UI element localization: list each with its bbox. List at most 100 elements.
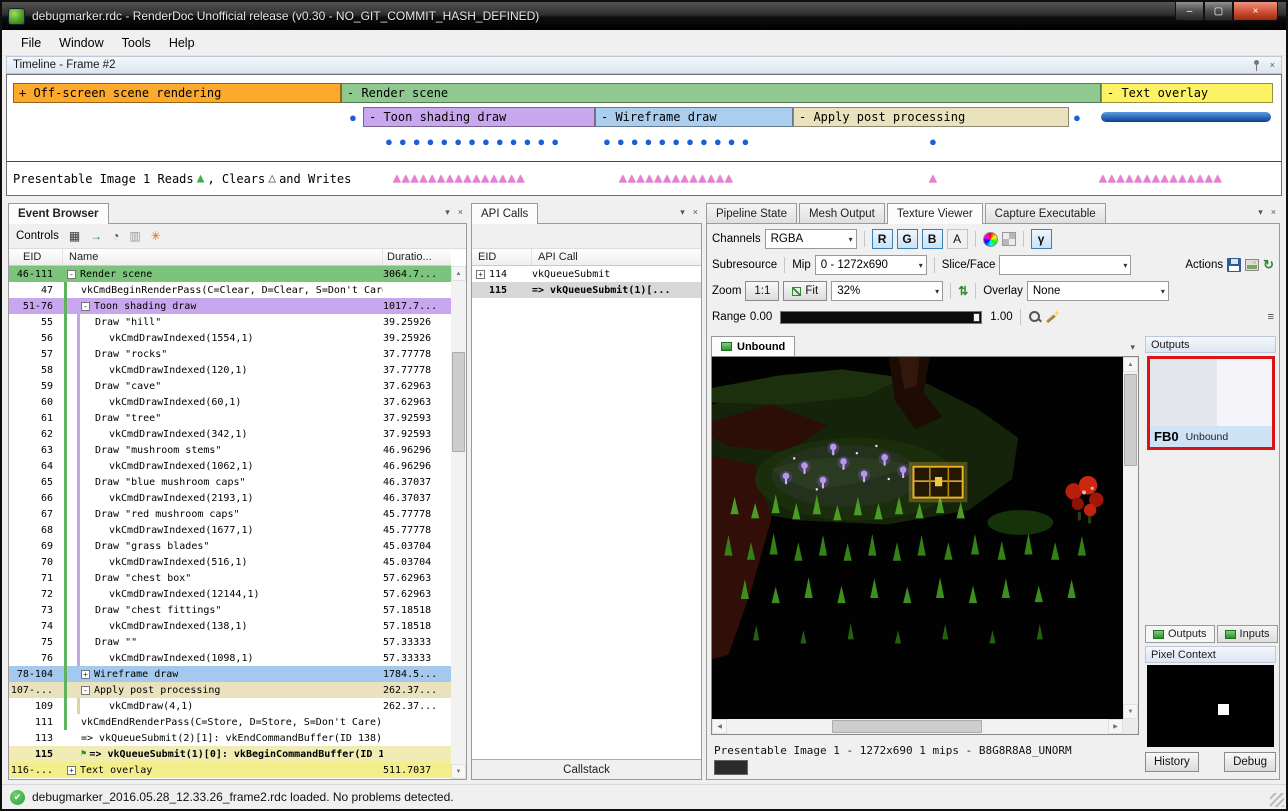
channel-red-button[interactable]: R [872,229,893,249]
scroll-down-icon[interactable]: ▼ [451,764,466,779]
scrollbar-thumb[interactable] [1124,374,1137,466]
tab-api-calls[interactable]: API Calls [471,203,538,224]
gamma-button[interactable]: γ [1031,229,1052,249]
vkCmdDraw(4,1)[interactable]: 109 vkCmdDraw(4,1) 262.37... [9,698,451,714]
goto-eid-icon[interactable]: → [90,230,102,242]
fb0-preview[interactable] [1150,359,1272,426]
menu-item[interactable]: Help [160,32,204,54]
timeline-section-offscreen[interactable]: + Off-screen scene rendering [13,83,341,103]
panel-menu-icon[interactable]: ▾ [445,207,450,218]
channel-green-button[interactable]: G [897,229,918,249]
autofit-range-icon[interactable] [1046,310,1060,324]
panel-tab[interactable]: Capture Executable [985,203,1106,223]
column-duration[interactable]: Duratio... [383,251,451,263]
Draw "mushroom stems"[interactable]: 63 Draw "mushroom stems" 46.96296 [9,442,451,458]
Apply post processing[interactable]: 107-... -Apply post processing 262.37... [9,682,451,698]
scroll-up-icon[interactable]: ▲ [1123,357,1138,372]
vkCmdDrawIndexed(2193,1)[interactable]: 66 vkCmdDrawIndexed(2193,1) 46.37037 [9,490,451,506]
tab-inputs[interactable]: Inputs [1217,625,1278,643]
tree-expander[interactable]: + [81,670,90,679]
write-markers[interactable]: ▲▲▲▲▲▲▲▲▲▲▲▲▲ [619,171,734,186]
=> vkQueueSubmit(2)[1]: vkEndCommandBuffer(ID 138)[interactable]: 113 => vkQueueSubmit(2)[1]: vkEndCommand… [9,730,451,746]
minimize-button[interactable]: – [1175,2,1204,21]
vkCmdDrawIndexed(120,1)[interactable]: 58 vkCmdDrawIndexed(120,1) 37.77778 [9,362,451,378]
output-thumbnail-fb0[interactable]: FB0 Unbound [1147,356,1275,450]
channels-dropdown[interactable]: RGBA▾ [765,229,857,249]
save-texture-icon[interactable] [1227,258,1241,272]
panel-close-icon[interactable]: × [1271,207,1276,218]
export-texture-icon[interactable] [1245,259,1259,271]
tab-event-browser[interactable]: Event Browser [8,203,109,224]
flip-y-icon[interactable]: ⇅ [958,284,968,298]
timeline-section-render-scene[interactable]: - Render scene [341,83,1101,103]
tree-expander[interactable]: - [81,686,90,695]
api-call-row[interactable]: 115 => vkQueueSubmit(1)[... [472,282,701,298]
timeline-section-toon-shading[interactable]: - Toon shading draw [363,107,595,127]
zoom-fit-button[interactable]: Fit [783,281,827,301]
panel-tab[interactable]: Pipeline State [706,203,797,223]
vkCmdDrawIndexed(12144,1)[interactable]: 72 vkCmdDrawIndexed(12144,1) 57.62963 [9,586,451,602]
panel-menu-icon[interactable]: ▾ [680,207,685,218]
column-name[interactable]: Name [63,249,383,265]
tree-expander[interactable]: - [81,302,90,311]
time-durations-icon[interactable]: ◔ [112,230,119,242]
post-draw-dot[interactable]: ● [929,135,937,148]
Draw "red mushroom caps"[interactable]: 67 Draw "red mushroom caps" 45.77778 [9,506,451,522]
viewport-vscrollbar[interactable]: ▲ ▼ [1123,357,1138,719]
vkCmdDrawIndexed(138,1)[interactable]: 74 vkCmdDrawIndexed(138,1) 57.18518 [9,618,451,634]
timeline-header[interactable]: Timeline - Frame #2 × [6,56,1282,74]
bookmark-icon[interactable]: ✳ [151,230,161,242]
Draw "blue mushroom caps"[interactable]: 65 Draw "blue mushroom caps" 46.37037 [9,474,451,490]
tree-expander[interactable]: + [67,766,76,775]
vkCmdBeginRenderPass(C=Clear, D=Clear, S=Don't Care)[interactable]: 47 vkCmdBeginRenderPass(C=Clear, D=Clear… [9,282,451,298]
maximize-button[interactable]: ▢ [1204,2,1233,21]
panel-menu-icon[interactable]: ▾ [1258,207,1263,218]
channel-alpha-button[interactable]: A [947,229,968,249]
resize-grip[interactable] [1270,793,1284,807]
timeline-section-text-overlay[interactable]: - Text overlay [1101,83,1273,103]
texture-tab-unbound[interactable]: Unbound [711,336,795,356]
menu-item[interactable]: Window [50,32,112,54]
Draw "chest box"[interactable]: 71 Draw "chest box" 57.62963 [9,570,451,586]
panel-tab[interactable]: Mesh Output [799,203,885,223]
timeline-section-post-processing[interactable]: - Apply post processing [793,107,1069,127]
callstack-section[interactable]: Callstack [472,759,701,779]
event-browser-scrollbar[interactable]: ▲ ▼ [451,266,466,779]
pin-icon[interactable] [1252,60,1261,71]
vkCmdDrawIndexed(1554,1)[interactable]: 56 vkCmdDrawIndexed(1554,1) 39.25926 [9,330,451,346]
Draw "hill"[interactable]: 55 Draw "hill" 39.25926 [9,314,451,330]
hsv-wheel-icon[interactable] [983,232,998,247]
column-eid[interactable]: EID [472,249,532,265]
vkCmdDrawIndexed(516,1)[interactable]: 70 vkCmdDrawIndexed(516,1) 45.03704 [9,554,451,570]
Draw "tree"[interactable]: 61 Draw "tree" 37.92593 [9,410,451,426]
toon-draw-dots[interactable]: ●●●●●●●●●●●●● [385,135,565,148]
Render scene[interactable]: 46-111 -Render scene 3064.7... [9,266,451,282]
texture-list-dropdown-icon[interactable]: ▾ [1130,342,1135,353]
channel-blue-button[interactable]: B [922,229,943,249]
browse-icon[interactable]: ▦ [69,230,80,242]
vkCmdDrawIndexed(1062,1)[interactable]: 64 vkCmdDrawIndexed(1062,1) 46.96296 [9,458,451,474]
column-api-call[interactable]: API Call [532,249,701,265]
write-markers[interactable]: ▲ [929,171,938,186]
scrollbar-thumb[interactable] [832,720,982,733]
scrollbar-thumb[interactable] [452,352,465,452]
refresh-icon[interactable]: ↻ [1263,257,1274,273]
text-overlay-draws-pill[interactable] [1101,112,1271,122]
api-call-row[interactable]: +114 vkQueueSubmit [472,266,701,282]
vkCmdDrawIndexed(1677,1)[interactable]: 68 vkCmdDrawIndexed(1677,1) 45.77778 [9,522,451,538]
menu-item[interactable]: Tools [113,32,160,54]
mip-dropdown[interactable]: 0 - 1272x690▾ [815,255,927,275]
zoom-dropdown[interactable]: 32%▾ [831,281,943,301]
stats-icon[interactable]: ▥ [129,230,140,242]
zoom-range-icon[interactable] [1028,310,1042,324]
titlebar[interactable]: debugmarker.rdc - RenderDoc Unofficial r… [2,2,1286,30]
texture-image[interactable] [712,357,1123,719]
Draw "rocks"[interactable]: 57 Draw "rocks" 37.77778 [9,346,451,362]
vkCmdDrawIndexed(60,1)[interactable]: 60 vkCmdDrawIndexed(60,1) 37.62963 [9,394,451,410]
scroll-right-icon[interactable]: ▶ [1108,719,1123,734]
=> vkQueueSubmit(1)[0]: vkBeginCommandBuffer(ID 1...[interactable]: 115 => vkQueueSubmit(1)[0]: vkBeginComma… [9,746,451,762]
pixel-context-view[interactable] [1147,665,1274,747]
range-slider[interactable] [780,311,982,324]
range-options-icon[interactable]: ≡ [1268,311,1274,323]
panel-tab[interactable]: Texture Viewer [887,203,983,224]
